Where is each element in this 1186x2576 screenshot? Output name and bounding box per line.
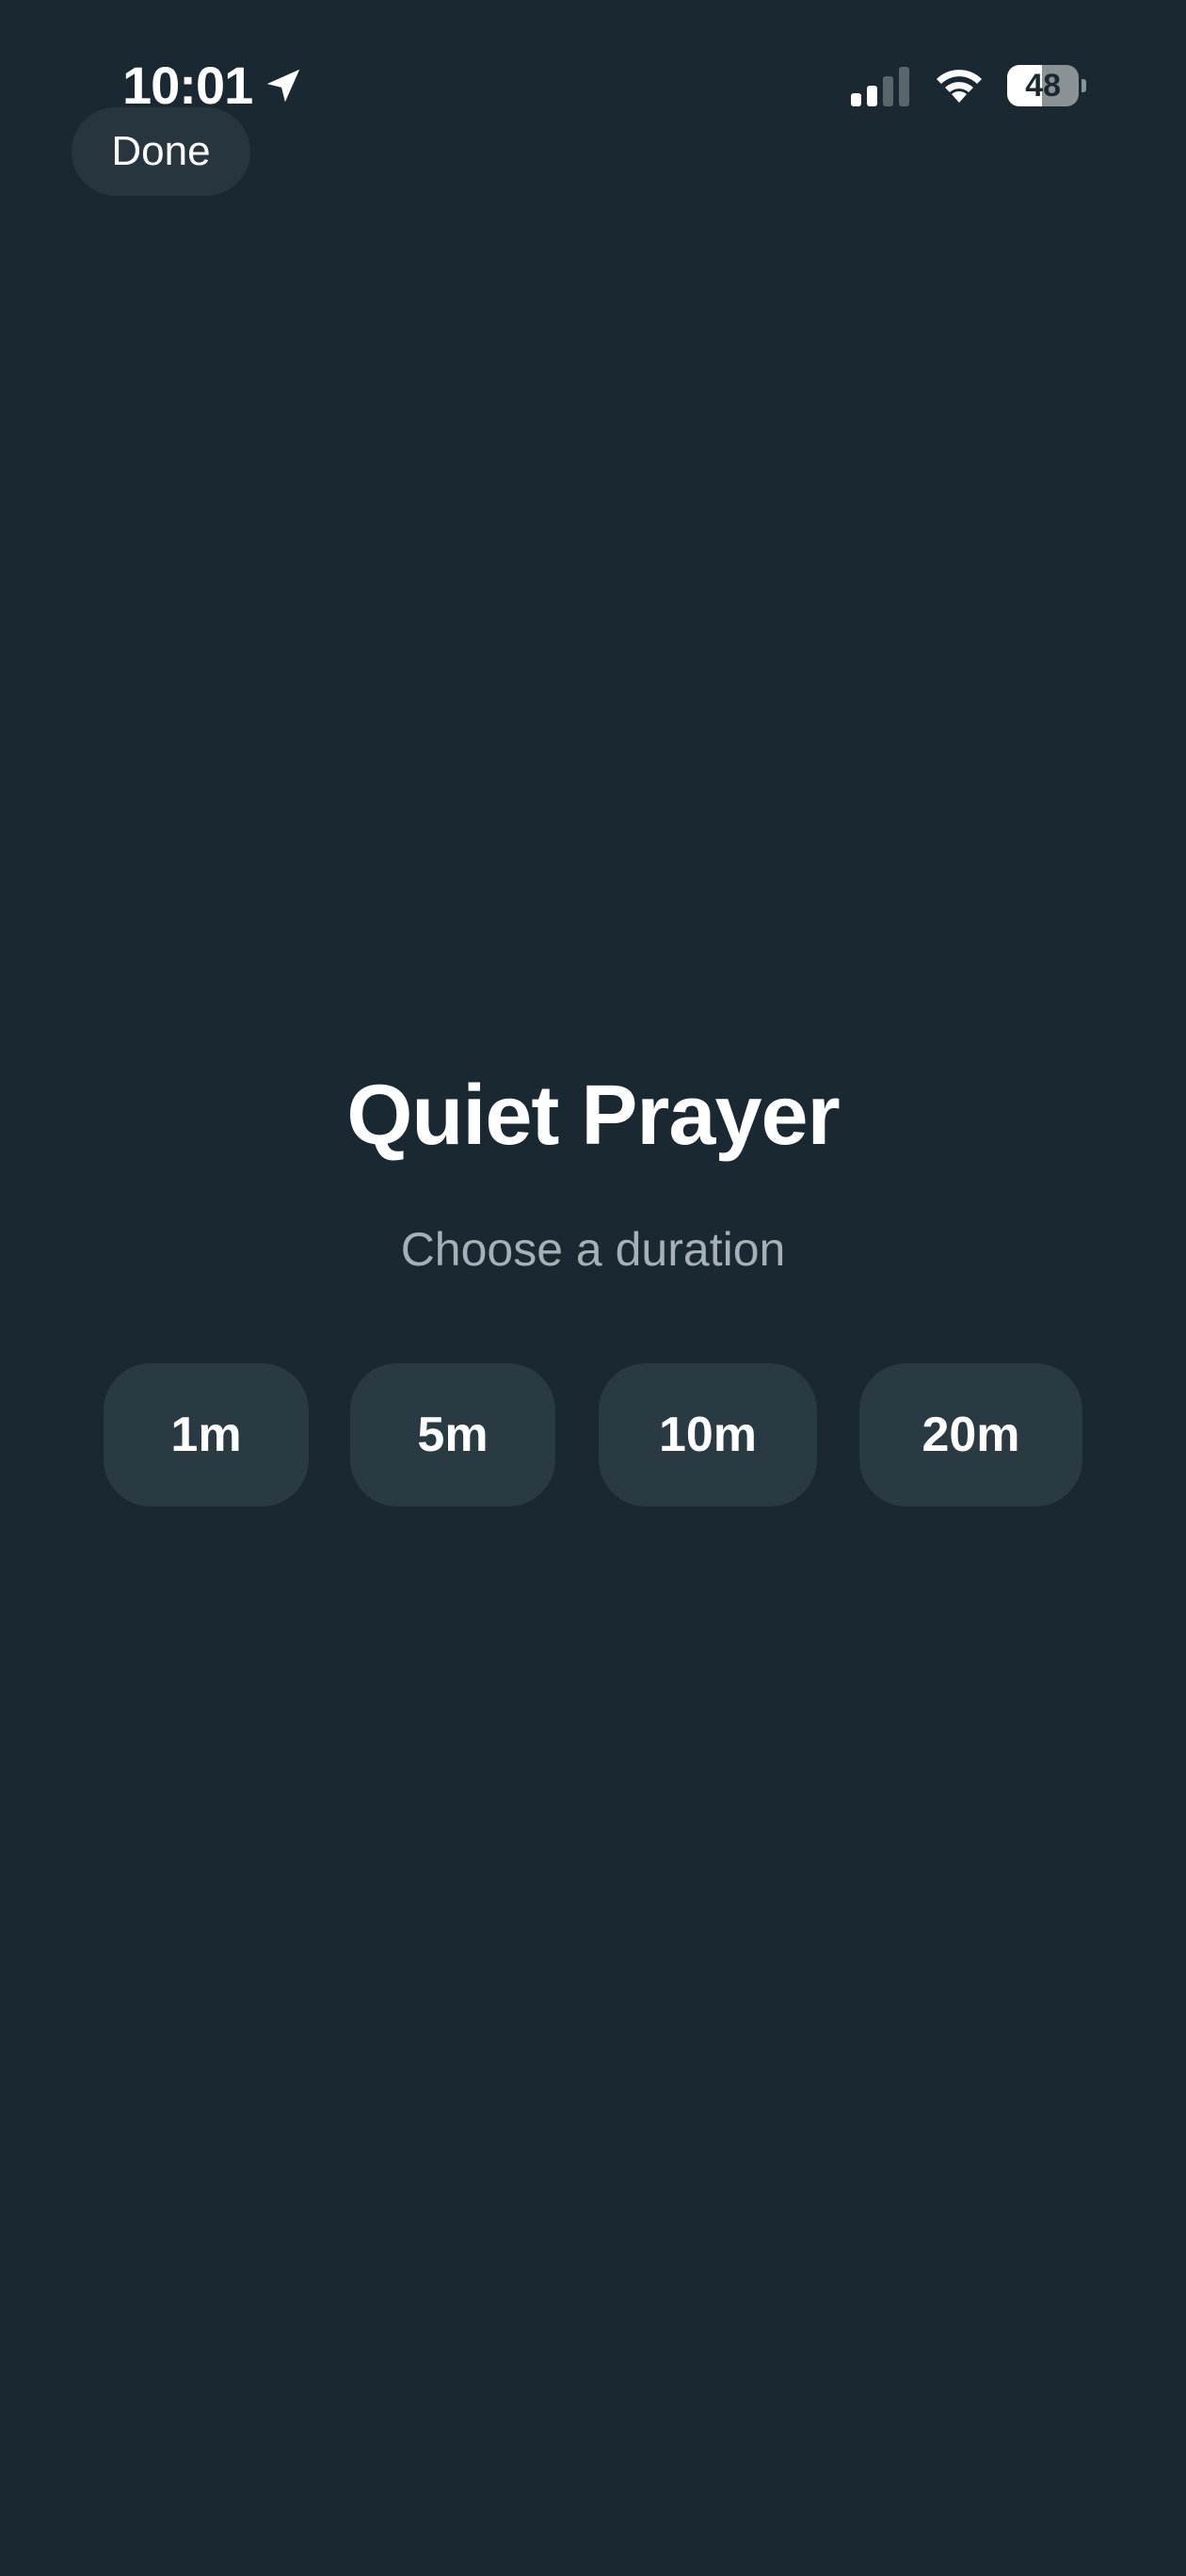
battery-icon: 48: [1007, 65, 1080, 106]
wifi-icon: [937, 70, 982, 103]
duration-button-5m[interactable]: 5m: [350, 1363, 555, 1506]
quiet-prayer-screen: 10:01 48 Done Quiet Prayer Choose a dura…: [0, 0, 1186, 2576]
page-title: Quiet Prayer: [346, 1069, 840, 1163]
battery-indicator: 48: [1007, 64, 1086, 107]
duration-button-1m[interactable]: 1m: [104, 1363, 309, 1506]
cellular-signal-icon: [851, 67, 909, 106]
page-subtitle: Choose a duration: [400, 1223, 786, 1276]
duration-options: 1m 5m 10m 20m: [104, 1363, 1082, 1506]
status-bar-indicators: 48: [849, 64, 1086, 107]
duration-button-20m[interactable]: 20m: [859, 1363, 1082, 1506]
battery-tip: [1082, 79, 1086, 92]
battery-level-text: 48: [1025, 67, 1062, 104]
duration-button-10m[interactable]: 10m: [599, 1363, 817, 1506]
location-arrow-icon: [266, 69, 300, 102]
done-button[interactable]: Done: [72, 107, 250, 196]
